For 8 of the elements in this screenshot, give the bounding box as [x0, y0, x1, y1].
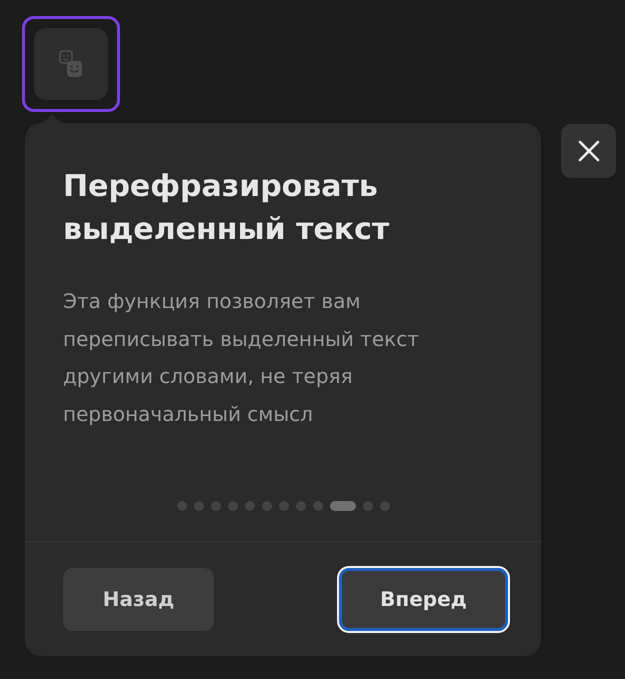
close-icon: [578, 140, 600, 162]
popover-description: Эта функция позволяет вам переписывать выделенный текст другими словами, не теряя первоначальный смысл: [63, 288, 420, 428]
rephrase-tool-button[interactable]: [22, 16, 120, 112]
close-button[interactable]: [561, 124, 616, 178]
back-button[interactable]: Назад: [63, 568, 214, 630]
next-button[interactable]: Вперед: [339, 568, 508, 630]
popover-title: Перефразировать выделенный текст: [63, 168, 390, 249]
smiley-squares-icon: [59, 50, 83, 78]
